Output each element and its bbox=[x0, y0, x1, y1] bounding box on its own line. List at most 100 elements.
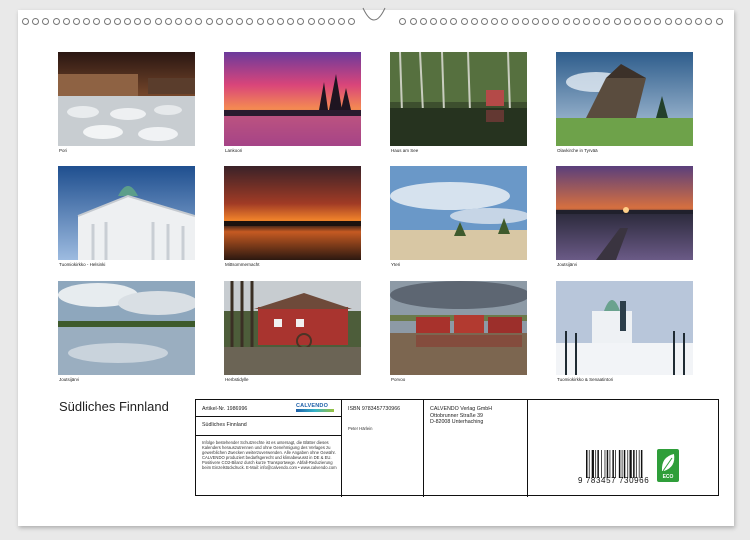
photo-tuomiokirkko-helsinki bbox=[58, 166, 195, 260]
binding-hole bbox=[164, 18, 172, 25]
barcode-bar bbox=[609, 450, 611, 478]
barcode-bar bbox=[627, 450, 629, 478]
photo-caption: Pori bbox=[59, 148, 68, 153]
photo-caption: Porvoo bbox=[391, 377, 406, 382]
barcode-bar bbox=[597, 450, 599, 478]
binding-hole bbox=[542, 18, 550, 25]
barcode-bar bbox=[612, 450, 614, 478]
binding-hole bbox=[185, 18, 193, 25]
barcode-bar bbox=[633, 450, 635, 478]
photo-caption: Tuomiokirkko - Helsinki bbox=[59, 262, 106, 267]
binding-hole bbox=[695, 18, 703, 25]
binding-hole bbox=[521, 18, 529, 25]
binding-hole bbox=[236, 18, 244, 25]
photo-yteri bbox=[390, 166, 527, 260]
photo-herbstidylle bbox=[224, 281, 361, 375]
binding-hole bbox=[144, 18, 152, 25]
photo-haus-am-see bbox=[390, 52, 527, 146]
photo-caption: Haus am See bbox=[391, 148, 419, 153]
binding-hole bbox=[22, 18, 29, 25]
photo-mittsommernacht bbox=[224, 166, 361, 260]
binding-hole bbox=[42, 18, 50, 25]
photo-caption: Yteri bbox=[391, 262, 401, 267]
barcode-bar bbox=[588, 450, 590, 478]
binding-hole bbox=[154, 18, 162, 25]
binding-hole bbox=[511, 18, 519, 25]
binding-hole bbox=[532, 18, 539, 25]
binding-hole bbox=[440, 18, 448, 25]
binding-hole bbox=[195, 18, 203, 25]
barcode-bar bbox=[615, 450, 616, 478]
barcode-bar bbox=[591, 450, 594, 478]
binding-hole bbox=[307, 18, 315, 25]
binding-hole bbox=[338, 18, 346, 25]
binding-hole bbox=[83, 18, 91, 25]
binding-hole bbox=[674, 18, 682, 25]
binding-hole bbox=[634, 18, 641, 25]
binding-hole bbox=[246, 18, 254, 25]
binding-hole bbox=[470, 18, 478, 25]
photo-caption: Tuomiokirkko & Senaatintori bbox=[557, 377, 614, 382]
binding-hole bbox=[572, 18, 580, 25]
binding-hole bbox=[297, 18, 305, 25]
binding-hole bbox=[62, 18, 70, 25]
binding-hole bbox=[266, 18, 274, 25]
barcode bbox=[586, 450, 643, 478]
binding-hole bbox=[654, 18, 662, 25]
binding-hole bbox=[175, 18, 182, 25]
binding-hole bbox=[583, 18, 590, 25]
barcode-bar bbox=[604, 450, 606, 478]
author: Peter Härlein bbox=[348, 426, 373, 431]
binding-hole bbox=[613, 18, 621, 25]
isbn: ISBN 9783457730966 bbox=[348, 406, 401, 412]
calendar-title: Südliches Finnland bbox=[59, 399, 169, 414]
photo-porvoo bbox=[390, 281, 527, 375]
photo-caption: Joutsijärvi bbox=[557, 262, 578, 267]
binding-hole bbox=[705, 18, 713, 25]
binding-hole bbox=[256, 18, 264, 25]
binding-hole bbox=[491, 18, 499, 25]
binding-hole bbox=[430, 18, 437, 25]
binding-hole bbox=[328, 18, 335, 25]
barcode-bar bbox=[618, 450, 621, 478]
binding-hole bbox=[664, 18, 672, 25]
binding-hole bbox=[603, 18, 611, 25]
barcode-bar bbox=[640, 450, 643, 478]
binding-hole bbox=[481, 18, 488, 25]
calvendo-logo: CALVENDO bbox=[296, 403, 334, 412]
binding-hole bbox=[450, 18, 458, 25]
photo-caption: Joutsijärvi bbox=[59, 377, 80, 382]
publisher-name: CALVENDO Verlag GmbH bbox=[430, 406, 493, 412]
eco-label: ECO bbox=[662, 474, 674, 480]
barcode-bar bbox=[601, 450, 602, 478]
binding-hole bbox=[226, 18, 233, 25]
binding-hole bbox=[317, 18, 325, 25]
binding-hole bbox=[593, 18, 601, 25]
barcode-bar bbox=[595, 450, 597, 478]
binding-hole bbox=[399, 18, 407, 25]
binding-hole bbox=[287, 18, 295, 25]
publisher-column: CALVENDO Verlag GmbH Ottobrunner Straße … bbox=[424, 400, 528, 497]
binding-hole bbox=[205, 18, 213, 25]
barcode-bar bbox=[629, 450, 632, 478]
leaf-icon bbox=[661, 454, 675, 472]
binding-hole bbox=[460, 18, 468, 25]
photo-caption: Herbstidylle bbox=[225, 377, 249, 382]
legal-text: Infolge bestehender Schutzrechte ist es … bbox=[202, 440, 337, 470]
barcode-bar bbox=[635, 450, 637, 478]
binding-hole bbox=[348, 18, 356, 25]
barcode-number: 9 783457 730966 bbox=[578, 476, 650, 485]
binding-hole bbox=[103, 18, 111, 25]
barcode-bar bbox=[586, 450, 588, 478]
barcode-bar bbox=[623, 450, 626, 478]
isbn-column: ISBN 9783457730966 Peter Härlein bbox=[342, 400, 424, 497]
binding-hole bbox=[124, 18, 131, 25]
binding-hole bbox=[32, 18, 40, 25]
binding-hole bbox=[73, 18, 80, 25]
photo-joutsijarvi-sunset bbox=[556, 166, 693, 260]
binding-hole bbox=[685, 18, 692, 25]
binding-hole bbox=[552, 18, 560, 25]
photo-caption: Olavkirche in Tyrvää bbox=[557, 148, 598, 153]
binding-hole bbox=[419, 18, 427, 25]
box-title: Südliches Finnland bbox=[202, 422, 247, 428]
